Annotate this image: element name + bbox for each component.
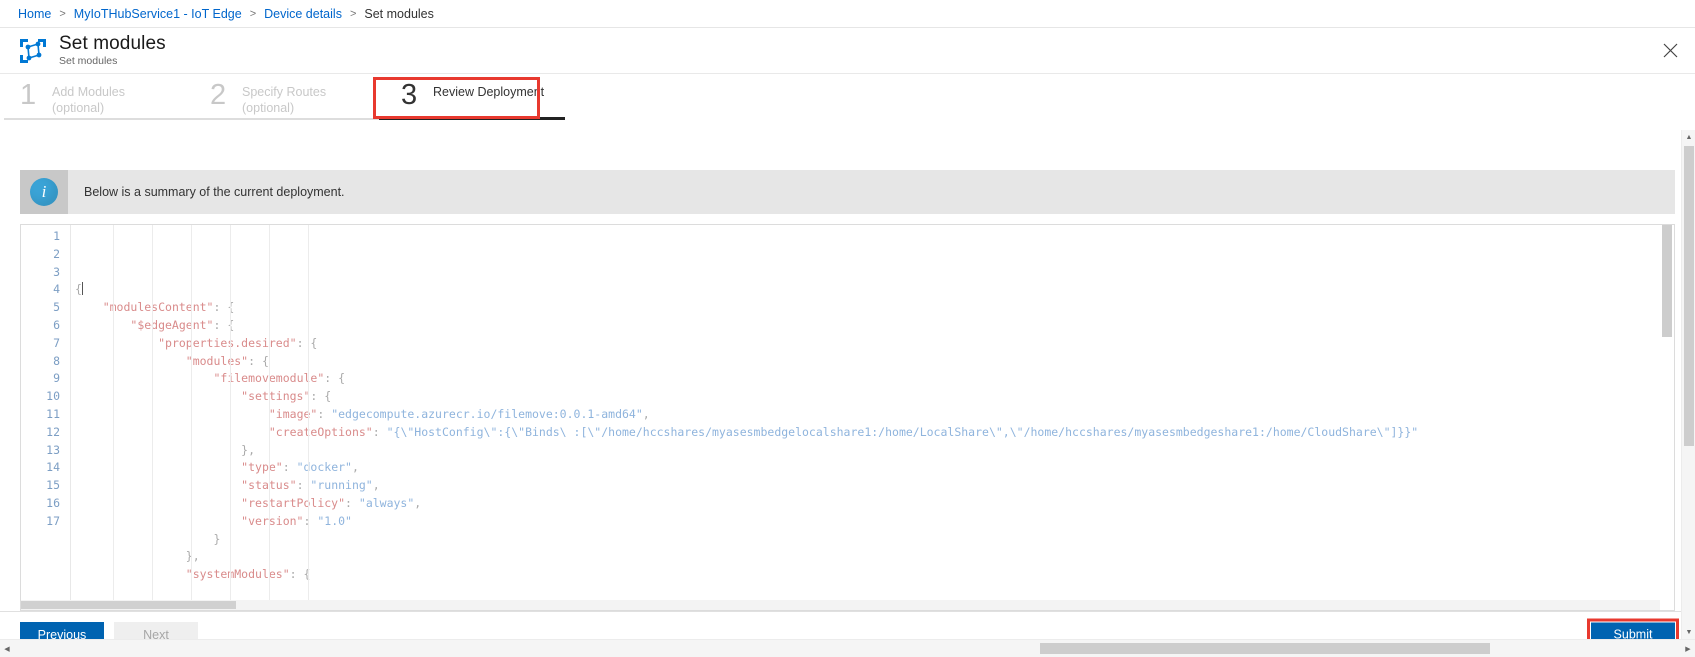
editor-line-number: 12 bbox=[46, 424, 60, 439]
step-text: Review Deployment bbox=[433, 80, 544, 100]
editor-line-number: 14 bbox=[46, 460, 60, 475]
breadcrumb-item-iot-hub[interactable]: MyIoTHubService1 - IoT Edge bbox=[74, 7, 242, 21]
editor-line-number: 15 bbox=[46, 478, 60, 493]
scroll-up-icon[interactable]: ▲ bbox=[1682, 130, 1695, 144]
editor-line-number: 13 bbox=[46, 442, 60, 457]
breadcrumb-item-home[interactable]: Home bbox=[18, 7, 51, 21]
close-icon[interactable] bbox=[1659, 40, 1681, 62]
scroll-left-icon[interactable]: ◀ bbox=[0, 640, 14, 657]
step-number: 2 bbox=[210, 79, 227, 111]
editor-line: } bbox=[75, 531, 221, 546]
step-text: Specify Routes (optional) bbox=[242, 80, 326, 116]
editor-horizontal-scroll-thumb[interactable] bbox=[21, 601, 236, 609]
blade-title-bar: Set modules Set modules bbox=[0, 28, 1695, 74]
step-underline bbox=[4, 118, 194, 120]
step-optional-label: (optional) bbox=[52, 101, 105, 115]
editor-line-number: 4 bbox=[53, 282, 60, 297]
editor-line: { bbox=[75, 282, 83, 297]
editor-line-number: 16 bbox=[46, 495, 60, 510]
step-label: Add Modules bbox=[52, 85, 125, 99]
editor-lines: { "modulesContent": { "$edgeAgent": { "p… bbox=[71, 281, 1674, 584]
editor-line: "$edgeAgent": { bbox=[130, 317, 235, 332]
editor-line: "systemModules": { bbox=[185, 567, 311, 582]
deployment-json-editor[interactable]: 1 2 3 4 5 6 7 8 9 10 11 12 13 14 15 16 17 { "modulesCont… bbox=[20, 224, 1675, 611]
info-icon: i bbox=[20, 170, 68, 214]
editor-line-number: 6 bbox=[53, 317, 60, 332]
breadcrumb-separator: > bbox=[249, 7, 257, 20]
page-title-group: Set modules Set modules bbox=[59, 33, 166, 68]
page-title: Set modules bbox=[59, 33, 166, 54]
editor-line: "properties.desired": { bbox=[158, 335, 318, 350]
editor-line: "version": "1.0" bbox=[241, 513, 352, 528]
editor-line-number: 17 bbox=[46, 513, 60, 528]
wizard-step-review-deployment[interactable]: 3 Review Deployment bbox=[379, 74, 565, 120]
step-number: 1 bbox=[20, 79, 37, 111]
scroll-down-icon[interactable]: ▼ bbox=[1682, 625, 1695, 639]
page-horizontal-scrollbar[interactable]: ◀ ▶ bbox=[0, 639, 1695, 657]
editor-line: "settings": { bbox=[241, 389, 332, 404]
page-vertical-scrollbar[interactable]: ▲ ▼ bbox=[1681, 130, 1695, 639]
editor-line: "restartPolicy": "always", bbox=[241, 495, 422, 510]
wizard-step-add-modules[interactable]: 1 Add Modules (optional) bbox=[4, 74, 194, 120]
editor-line-number: 10 bbox=[46, 389, 60, 404]
editor-line-number: 2 bbox=[53, 246, 60, 261]
text-caret bbox=[81, 282, 83, 296]
editor-line-number: 3 bbox=[53, 264, 60, 279]
editor-line-numbers: 1 2 3 4 5 6 7 8 9 10 11 12 13 14 15 16 17 bbox=[21, 225, 71, 610]
step-label: Specify Routes bbox=[242, 85, 327, 99]
editor-vertical-scrollbar[interactable] bbox=[1660, 225, 1674, 610]
editor-line-number: 1 bbox=[53, 229, 60, 243]
editor-line-number: 9 bbox=[53, 371, 60, 386]
step-underline bbox=[379, 117, 565, 120]
set-modules-icon bbox=[18, 36, 48, 66]
editor-line-number: 8 bbox=[53, 353, 60, 368]
editor-line: "type": "docker", bbox=[241, 460, 359, 475]
editor-line: "modules": { bbox=[185, 353, 269, 368]
breadcrumb-separator: > bbox=[349, 7, 357, 20]
editor-line: "createOptions": "{\"HostConfig\":{\"Bin… bbox=[268, 424, 1419, 439]
editor-line: }, bbox=[75, 549, 200, 564]
editor-line: "status": "running", bbox=[241, 478, 380, 493]
breadcrumb-item-device-details[interactable]: Device details bbox=[264, 7, 342, 21]
editor-line: "filemovemodule": { bbox=[213, 371, 346, 386]
editor-line: }, bbox=[75, 442, 256, 457]
editor-line-number: 5 bbox=[53, 300, 60, 315]
step-number: 3 bbox=[401, 79, 418, 111]
step-optional-label: (optional) bbox=[242, 101, 295, 115]
page-horizontal-scroll-thumb[interactable] bbox=[1040, 643, 1490, 654]
breadcrumb-item-set-modules: Set modules bbox=[364, 6, 434, 21]
step-text: Add Modules (optional) bbox=[52, 80, 125, 116]
editor-line-number: 7 bbox=[53, 335, 60, 350]
info-message: Below is a summary of the current deploy… bbox=[84, 185, 345, 199]
info-glyph: i bbox=[30, 178, 58, 206]
set-modules-blade: Home > MyIoTHubService1 - IoT Edge > Dev… bbox=[0, 0, 1695, 657]
scroll-right-icon[interactable]: ▶ bbox=[1681, 640, 1695, 657]
page-subtitle: Set modules bbox=[59, 55, 118, 67]
breadcrumb: Home > MyIoTHubService1 - IoT Edge > Dev… bbox=[0, 0, 1695, 28]
blade-content: i Below is a summary of the current depl… bbox=[0, 134, 1695, 611]
editor-code-area[interactable]: { "modulesContent": { "$edgeAgent": { "p… bbox=[71, 225, 1674, 610]
step-label: Review Deployment bbox=[433, 85, 545, 99]
page-vertical-scroll-thumb[interactable] bbox=[1684, 146, 1694, 446]
editor-line: "modulesContent": { bbox=[102, 300, 235, 315]
step-underline bbox=[194, 118, 379, 120]
breadcrumb-separator: > bbox=[59, 7, 66, 20]
editor-line-number: 11 bbox=[46, 406, 60, 421]
editor-horizontal-scrollbar[interactable] bbox=[21, 600, 1660, 610]
wizard-step-specify-routes[interactable]: 2 Specify Routes (optional) bbox=[194, 74, 379, 120]
info-banner: i Below is a summary of the current depl… bbox=[20, 170, 1675, 214]
wizard-steps: 1 Add Modules (optional) 2 Specify Route… bbox=[0, 74, 1695, 134]
editor-line: "image": "edgecompute.azurecr.io/filemov… bbox=[268, 406, 650, 421]
editor-vertical-scroll-thumb[interactable] bbox=[1662, 225, 1672, 337]
